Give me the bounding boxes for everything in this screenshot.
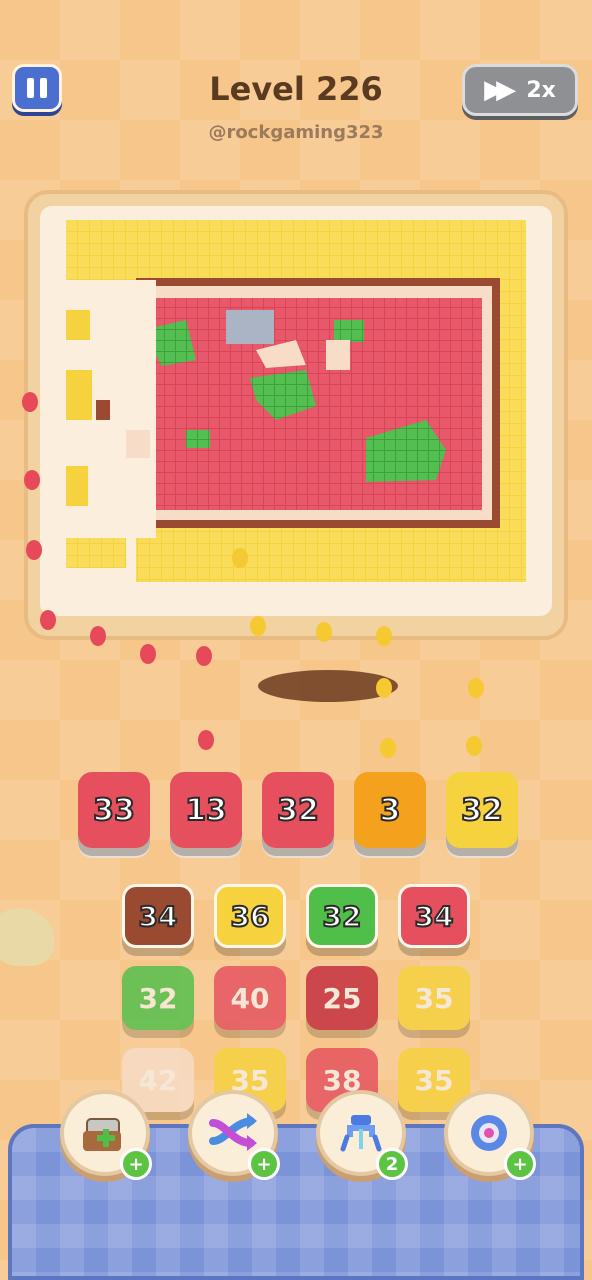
yellow-ant xyxy=(376,678,392,698)
active-slot: 3 xyxy=(354,772,426,848)
red-ant xyxy=(24,470,40,490)
speed-label: 2x xyxy=(526,77,556,103)
red-ant xyxy=(22,392,38,412)
grey-patch xyxy=(226,310,274,344)
tile-grid: 34 36 32 34 32 40 25 35 42 35 38 35 xyxy=(122,884,470,1112)
ant-box-tile[interactable]: 32 xyxy=(122,966,194,1030)
ant-box-tile[interactable]: 40 xyxy=(214,966,286,1030)
active-slots-row: 33 13 32 3 32 xyxy=(78,772,518,848)
ant-box-tile[interactable]: 34 xyxy=(398,884,470,948)
ant-box-tile[interactable]: 34 xyxy=(122,884,194,948)
fast-forward-icon: ▶▶ xyxy=(484,75,516,105)
box-plus-icon xyxy=(83,1118,121,1151)
red-ant xyxy=(198,730,214,750)
booster-badge: + xyxy=(120,1148,152,1180)
pixel-art-canvas xyxy=(66,220,526,582)
active-slot: 13 xyxy=(170,772,242,848)
cream-shape-2 xyxy=(326,340,350,370)
magnet-claw-icon xyxy=(340,1115,382,1152)
active-slot: 33 xyxy=(78,772,150,848)
green-patch-4 xyxy=(334,320,364,342)
yellow-ant xyxy=(466,736,482,756)
yellow-ant xyxy=(468,678,484,698)
red-ant xyxy=(90,626,106,646)
yellow-ant xyxy=(380,738,396,758)
yellow-top-border xyxy=(66,220,526,280)
red-ant xyxy=(196,646,212,666)
green-patch-5 xyxy=(186,430,210,448)
booster-count-badge: 2 xyxy=(376,1148,408,1180)
yellow-bottom-border xyxy=(136,520,526,582)
yellow-bottom-left xyxy=(66,538,126,568)
magnet-booster-button[interactable]: 2 xyxy=(316,1090,408,1180)
ant-box-tile[interactable]: 36 xyxy=(214,884,286,948)
blue-bomb-icon xyxy=(471,1115,507,1151)
creator-handle: @rockgaming323 xyxy=(208,122,384,143)
ant-box-tile[interactable]: 35 xyxy=(398,966,470,1030)
pixel-picture xyxy=(66,220,526,582)
bomb-booster-button[interactable]: + xyxy=(444,1090,536,1180)
red-ant xyxy=(26,540,42,560)
booster-row: + + 2 + xyxy=(60,1090,536,1180)
ant-box-tile[interactable]: 25 xyxy=(306,966,378,1030)
booster-badge: + xyxy=(504,1148,536,1180)
booster-badge: + xyxy=(248,1148,280,1180)
add-box-booster-button[interactable]: + xyxy=(60,1090,152,1180)
active-slot: 32 xyxy=(446,772,518,848)
shuffle-booster-button[interactable]: + xyxy=(188,1090,280,1180)
ant-box-tile[interactable]: 32 xyxy=(306,884,378,948)
speed-toggle-button[interactable]: ▶▶ 2x xyxy=(462,64,578,116)
red-ant xyxy=(40,610,56,630)
shuffle-arrows-icon xyxy=(209,1113,257,1151)
active-slot: 32 xyxy=(262,772,334,848)
red-ant xyxy=(140,644,156,664)
yellow-ant xyxy=(250,616,266,636)
yellow-ant xyxy=(376,626,392,646)
yellow-ant xyxy=(316,622,332,642)
yellow-ant xyxy=(232,548,248,568)
